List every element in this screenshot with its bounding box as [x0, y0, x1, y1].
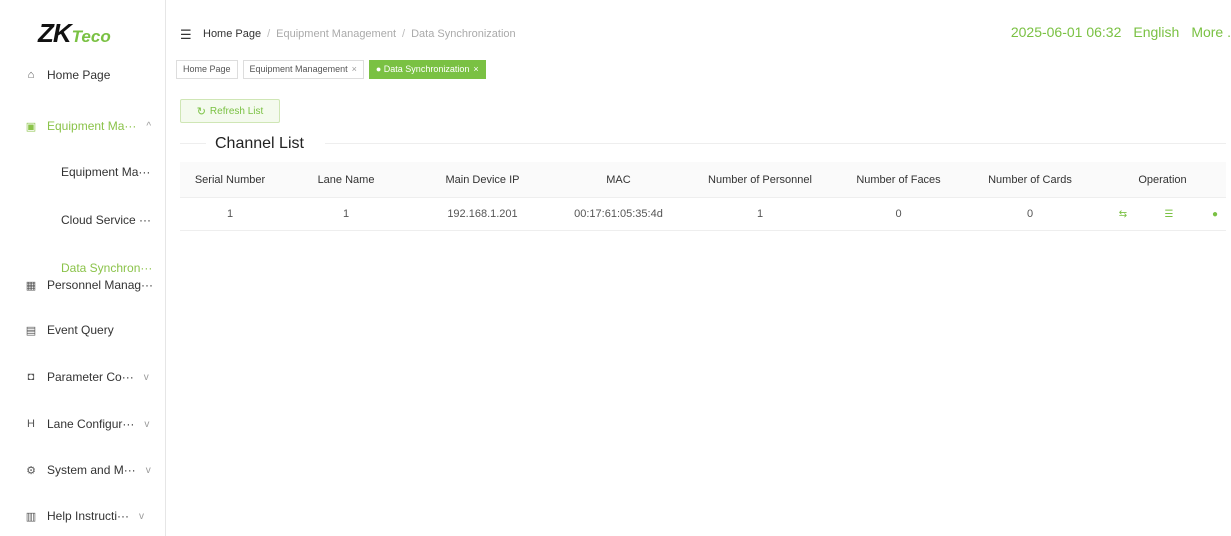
- event-icon: ▤: [25, 324, 37, 337]
- lane-icon: H: [27, 418, 35, 430]
- refresh-list-button[interactable]: ↻ Refresh List: [180, 99, 280, 123]
- sidebar-item-label: Help Instructi···: [47, 509, 130, 523]
- zkteco-logo: ZK Teco: [38, 18, 111, 48]
- refresh-icon: ↻: [196, 105, 206, 118]
- tab-label: Home Page: [183, 64, 231, 74]
- operation-cell: ⇆ ☰ ●: [1099, 197, 1226, 231]
- menu-toggle-icon[interactable]: ☰: [180, 27, 192, 43]
- datetime-text: 2025-06-01 06:32: [1010, 24, 1122, 40]
- tab-data-synchronization[interactable]: ● Data Synchronization ×: [368, 60, 486, 79]
- chevron-down-icon: v: [143, 371, 149, 383]
- tab-home-page[interactable]: Home Page: [176, 60, 238, 79]
- more-menu[interactable]: More .: [1191, 24, 1231, 40]
- sidebar-item-label: Lane Configur···: [47, 417, 135, 431]
- sidebar-subitem-equipment-management[interactable]: Equipment Ma···: [0, 152, 165, 192]
- divider: [180, 143, 206, 144]
- sidebar-subitem-label: Cloud Service ···: [61, 213, 152, 227]
- table-cell: 1: [180, 197, 280, 231]
- sidebar-item-label: Event Query: [47, 323, 114, 337]
- sidebar-item-event-query[interactable]: ▤ Event Query: [0, 310, 165, 350]
- sidebar-item-system[interactable]: ⚙ System and M··· v: [0, 450, 165, 490]
- sidebar-item-help[interactable]: ▥ Help Instructi··· v: [0, 496, 165, 536]
- sidebar-item-home[interactable]: ⌂ Home Page: [0, 55, 165, 95]
- chevron-down-icon: v: [139, 510, 145, 522]
- column-header: Operation: [1099, 162, 1226, 198]
- breadcrumb: Home Page / Equipment Management / Data Sync…: [203, 28, 516, 40]
- table-cell: 00:17:61:05:35:4d: [553, 197, 684, 231]
- column-header: Lane Name: [280, 162, 412, 198]
- sidebar-item-label: Home Page: [47, 68, 111, 82]
- column-header: Main Device IP: [412, 162, 553, 198]
- parameter-icon: ◘: [27, 371, 35, 383]
- column-header: Number of Cards: [961, 162, 1099, 198]
- list-icon[interactable]: ☰: [1159, 209, 1179, 220]
- table-cell: 1: [684, 197, 836, 231]
- table-cell: 192.168.1.201: [412, 197, 553, 231]
- breadcrumb-item[interactable]: Equipment Management: [276, 28, 396, 40]
- page-tabs: Home Page Equipment Management × ● Data S…: [176, 60, 491, 79]
- table-cell: 0: [961, 197, 1099, 231]
- column-header: MAC: [553, 162, 684, 198]
- column-header: Number of Faces: [836, 162, 961, 198]
- tab-equipment-management[interactable]: Equipment Management ×: [242, 60, 364, 79]
- sidebar-item-label: System and M···: [47, 463, 136, 477]
- close-icon[interactable]: ×: [473, 64, 478, 74]
- sidebar-item-equipment[interactable]: ▣ Equipment Ma··· ^: [0, 106, 165, 146]
- home-icon: ⌂: [27, 69, 35, 81]
- personnel-icon: ▦: [25, 279, 37, 292]
- sidebar-item-lane[interactable]: H Lane Configur··· v: [0, 404, 165, 444]
- sync-icon[interactable]: ⇆: [1113, 209, 1133, 220]
- chevron-down-icon: v: [144, 418, 150, 430]
- refresh-label: Refresh List: [209, 105, 264, 117]
- tab-label: ● Data Synchronization: [375, 64, 470, 74]
- table-header-row: Serial Number Lane Name Main Device IP M…: [180, 162, 1226, 198]
- column-header: Serial Number: [180, 162, 280, 198]
- divider: [325, 143, 1226, 144]
- sidebar-item-personnel[interactable]: ▦ Personnel Manag···: [0, 265, 165, 305]
- close-icon[interactable]: ×: [352, 64, 357, 74]
- table-cell: 1: [280, 197, 412, 231]
- sidebar-subitem-cloud-service[interactable]: Cloud Service ···: [0, 200, 165, 240]
- language-selector[interactable]: English: [1133, 24, 1179, 40]
- breadcrumb-item[interactable]: Home Page: [203, 28, 261, 40]
- table-cell: 0: [836, 197, 961, 231]
- help-icon: ▥: [25, 510, 37, 523]
- tab-label: Equipment Management: [249, 64, 348, 74]
- sidebar-item-parameter[interactable]: ◘ Parameter Co··· v: [0, 357, 165, 397]
- device-icon: ▣: [25, 120, 37, 133]
- sidebar-item-label: Equipment Ma···: [47, 119, 137, 133]
- header-right: 2025-06-01 06:32 English More .: [999, 24, 1231, 40]
- column-header: Number of Personnel: [684, 162, 836, 198]
- sidebar-subitem-label: Equipment Ma···: [61, 165, 151, 179]
- system-icon: ⚙: [26, 464, 36, 477]
- table-row: 1 1 192.168.1.201 00:17:61:05:35:4d 1 0 …: [180, 197, 1226, 231]
- breadcrumb-item: Data Synchronization: [411, 28, 516, 40]
- section-title: Channel List: [215, 135, 304, 152]
- sidebar-item-label: Parameter Co···: [47, 370, 134, 384]
- chevron-down-icon: v: [145, 464, 151, 476]
- sidebar-item-label: Personnel Manag···: [47, 278, 154, 292]
- top-header: ☰ Home Page / Equipment Management / Data Sy…: [166, 0, 1231, 58]
- status-dot-icon[interactable]: ●: [1205, 209, 1225, 220]
- sidebar: ZK Teco ⌂ Home Page ▣ Equipment Ma··· ^ E…: [0, 0, 166, 536]
- channel-table: Serial Number Lane Name Main Device IP M…: [180, 162, 1226, 231]
- chevron-up-icon: ^: [146, 120, 152, 132]
